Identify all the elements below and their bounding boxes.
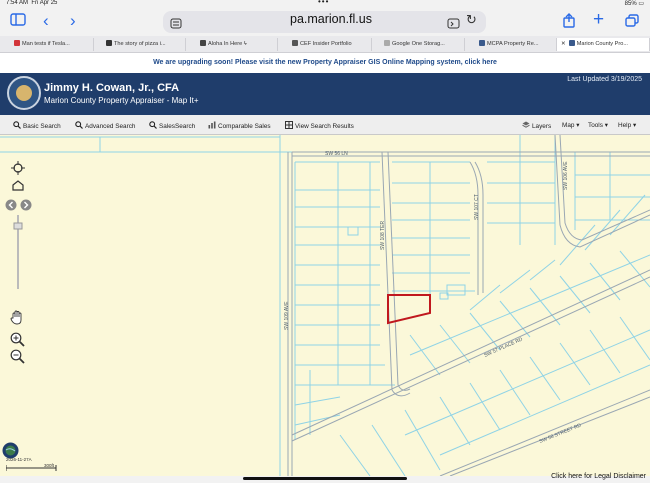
new-tab-icon[interactable]: + — [593, 9, 604, 31]
parcel-map[interactable]: SW 56 LN SW 108 TER SW 107 CT SW 106 AVE… — [0, 135, 650, 476]
tab-2[interactable]: The story of pizza i... — [94, 38, 186, 51]
chevron-down-icon: ▾ — [632, 122, 637, 129]
street-label-sw58street: SW 58 STREET RD — [539, 422, 583, 444]
search-icon — [13, 121, 21, 129]
tab-1[interactable]: Man tests if Tesla... — [0, 38, 94, 51]
tab-3[interactable]: Aloha In Here ϟ — [186, 38, 278, 51]
favicon-icon — [384, 40, 390, 46]
sales-search-button[interactable]: SalesSearch — [149, 121, 195, 130]
reload-icon[interactable]: ↻ — [466, 12, 477, 28]
browser-toolbar: ‹ › pa.marion.fl.us ↻ + — [0, 8, 650, 36]
favicon-icon — [568, 40, 575, 46]
share-icon[interactable] — [563, 13, 575, 33]
search-icon — [75, 121, 83, 129]
structure-marker — [446, 284, 466, 296]
tab-7-active[interactable]: ✕ Marion County Pro... — [557, 38, 650, 51]
url-text[interactable]: pa.marion.fl.us — [290, 12, 372, 26]
grid-icon — [285, 121, 293, 129]
chart-icon — [208, 121, 216, 129]
tab-5[interactable]: Google One Storag... — [372, 38, 465, 51]
scale-label: 300ft — [44, 463, 55, 468]
chevron-down-icon: ▾ — [576, 122, 580, 129]
map-menu-button[interactable]: Map ▾ — [562, 121, 579, 129]
map-date-label: 2026-11-27A — [6, 457, 32, 462]
street-label-sw109ave: SW 109 AVE — [284, 301, 290, 330]
tab-4[interactable]: CEF Insider Portfolio — [278, 38, 372, 51]
upgrade-banner-link[interactable]: We are upgrading soon! Please visit the … — [0, 53, 650, 73]
parcel-map-svg[interactable]: SW 56 LN SW 108 TER SW 107 CT SW 106 AVE… — [0, 135, 650, 476]
basic-search-button[interactable]: Basic Search — [13, 121, 61, 130]
appraiser-name: Jimmy H. Cowan, Jr., CFA — [44, 82, 180, 94]
comparable-sales-button[interactable]: Comparable Sales — [208, 121, 271, 130]
layers-icon — [522, 121, 530, 129]
status-time: 7:54 AM Fri Apr 25 — [6, 0, 58, 6]
battery-indicator: 85% ▭ — [624, 1, 644, 7]
close-tab-icon[interactable]: ✕ — [561, 41, 566, 47]
favicon-icon — [106, 40, 112, 46]
map-toolbar: Basic Search Advanced Search SalesSearch… — [0, 115, 650, 135]
view-results-button[interactable]: View Search Results — [285, 121, 354, 130]
street-label-sw108ter: SW 108 TER — [380, 221, 386, 250]
layers-button[interactable]: Layers — [522, 121, 551, 130]
multitask-dots[interactable]: ••• — [318, 0, 329, 6]
status-bar: 7:54 AM Fri Apr 25 ••• 85% ▭ — [0, 0, 650, 8]
street-label-sw57place: SW 57 PLACE RD — [483, 336, 524, 358]
street-label-sw56ln: SW 56 LN — [325, 151, 348, 157]
favicon-icon — [200, 40, 206, 46]
street-label-sw106ave: SW 106 AVE — [563, 161, 569, 190]
site-header: Jimmy H. Cowan, Jr., CFA Marion County P… — [0, 73, 650, 115]
street-label-sw107ct: SW 107 CT — [474, 194, 480, 220]
favicon-icon — [14, 40, 20, 46]
translate-icon[interactable] — [447, 16, 460, 34]
search-icon — [149, 121, 157, 129]
county-seal-logo — [7, 76, 41, 110]
help-menu-button[interactable]: Help ▾ — [618, 121, 636, 129]
last-updated: Last Updated 3/19/2025 — [567, 76, 642, 83]
forward-icon[interactable]: › — [70, 11, 76, 31]
structure-marker — [347, 226, 359, 236]
sidebar-icon[interactable] — [10, 13, 26, 29]
favicon-icon — [292, 40, 298, 46]
tools-menu-button[interactable]: Tools ▾ — [588, 121, 608, 129]
site-subtitle: Marion County Property Appraiser - Map I… — [44, 96, 199, 105]
back-icon[interactable]: ‹ — [43, 11, 49, 31]
page-menu-icon[interactable] — [170, 16, 182, 34]
favicon-icon — [479, 40, 485, 46]
chevron-down-icon: ▾ — [604, 122, 608, 129]
home-indicator[interactable] — [243, 477, 407, 480]
legal-disclaimer-link[interactable]: Click here for Legal Disclaimer — [551, 473, 646, 480]
parcel-lines — [0, 135, 650, 476]
tabs-overview-icon[interactable] — [625, 14, 639, 32]
advanced-search-button[interactable]: Advanced Search — [75, 121, 135, 130]
tab-strip: Man tests if Tesla... The story of pizza… — [0, 36, 650, 53]
tab-6[interactable]: MCPA Property Re... — [465, 38, 557, 51]
